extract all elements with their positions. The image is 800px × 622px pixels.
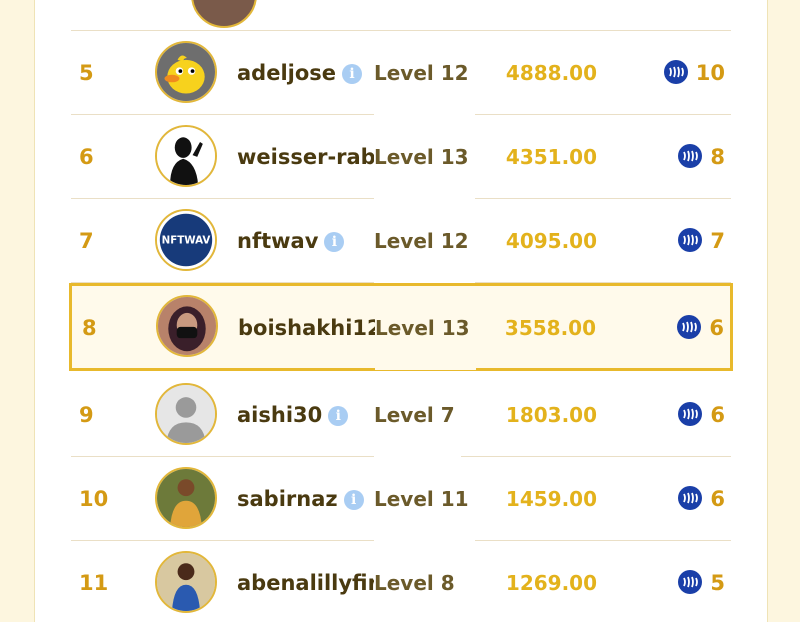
steem-icon bbox=[678, 228, 703, 252]
avatar[interactable] bbox=[191, 0, 257, 28]
steem-icon bbox=[663, 60, 688, 84]
user-level: Level 13 bbox=[374, 115, 475, 199]
user-level: Level 12 bbox=[374, 199, 475, 283]
avatar[interactable] bbox=[155, 551, 217, 613]
score-value: 1459.00 bbox=[505, 487, 597, 511]
leaderboard-row[interactable]: 5 adeljose i Level 12 4888.00 10 bbox=[71, 31, 731, 115]
silhouette-avatar bbox=[157, 127, 215, 185]
steem-reward: 6 bbox=[677, 286, 724, 370]
rank-number: 8 bbox=[82, 316, 97, 340]
hijab-avatar bbox=[158, 297, 216, 355]
avatar[interactable] bbox=[155, 383, 217, 445]
steem-icon bbox=[678, 402, 703, 426]
score-value: 4351.00 bbox=[505, 145, 597, 169]
user-level: Level 13 bbox=[375, 286, 476, 370]
user-level: Level 7 bbox=[374, 373, 461, 457]
leaderboard-row[interactable]: 7 NFTWAV nftwav i Level 12 4095.00 7 bbox=[71, 199, 731, 283]
girl-avatar bbox=[157, 553, 215, 611]
duck-avatar bbox=[157, 43, 215, 101]
rank-number: 9 bbox=[79, 403, 94, 427]
info-icon[interactable]: i bbox=[328, 406, 349, 426]
steem-reward: 6 bbox=[678, 457, 725, 541]
score-value: 3558.00 bbox=[504, 316, 596, 340]
leaderboard-row[interactable]: 6 weisser-rabe Level 13 4351.00 8 bbox=[71, 115, 731, 199]
steem-icon bbox=[678, 486, 703, 510]
avatar[interactable] bbox=[155, 125, 217, 187]
steem-reward: 10 bbox=[663, 31, 725, 115]
avatar[interactable]: NFTWAV bbox=[155, 209, 217, 271]
leaderboard-row[interactable]: 11 abenalillyfire Level 8 1269.00 5 bbox=[71, 541, 731, 622]
boy-avatar bbox=[157, 469, 215, 527]
leaderboard-row-partial bbox=[71, 0, 731, 31]
steem-reward: 8 bbox=[678, 115, 725, 199]
user-level: Level 12 bbox=[374, 31, 475, 115]
steem-icon bbox=[678, 570, 703, 594]
score-value: 1269.00 bbox=[505, 571, 597, 595]
score-value: 1803.00 bbox=[505, 403, 597, 427]
rank-number: 6 bbox=[79, 145, 94, 169]
score-value: 4888.00 bbox=[505, 61, 597, 85]
steem-reward: 7 bbox=[678, 199, 725, 283]
rank-number: 11 bbox=[79, 571, 109, 595]
avatar[interactable] bbox=[155, 467, 217, 529]
user-level: Level 11 bbox=[374, 457, 475, 541]
leaderboard-panel: 5 adeljose i Level 12 4888.00 10 6 weiss… bbox=[34, 0, 768, 622]
avatar[interactable] bbox=[156, 295, 218, 357]
steem-reward: 6 bbox=[678, 373, 725, 457]
rank-number: 7 bbox=[79, 229, 94, 253]
steem-icon bbox=[678, 144, 703, 168]
rank-number: 5 bbox=[79, 61, 94, 85]
avatar[interactable] bbox=[155, 41, 217, 103]
leaderboard-row[interactable]: 9 aishi30 i Level 7 1803.00 6 bbox=[71, 373, 731, 457]
logo-text: NFTWAV bbox=[162, 235, 211, 247]
steem-reward: 5 bbox=[678, 541, 725, 622]
nftwav-logo-avatar: NFTWAV bbox=[157, 211, 215, 269]
info-icon[interactable]: i bbox=[342, 64, 363, 84]
score-value: 4095.00 bbox=[505, 229, 597, 253]
info-icon[interactable]: i bbox=[324, 232, 345, 252]
leaderboard-row-current-user[interactable]: 8 boishakhi123 Level 13 3558.00 6 bbox=[69, 283, 733, 371]
default-avatar bbox=[157, 385, 215, 443]
rank-number: 10 bbox=[79, 487, 109, 511]
user-level: Level 8 bbox=[374, 541, 461, 622]
info-icon[interactable]: i bbox=[343, 490, 364, 510]
leaderboard-row[interactable]: 10 sabirnaz i Level 11 1459.00 6 bbox=[71, 457, 731, 541]
steem-icon bbox=[677, 315, 702, 339]
